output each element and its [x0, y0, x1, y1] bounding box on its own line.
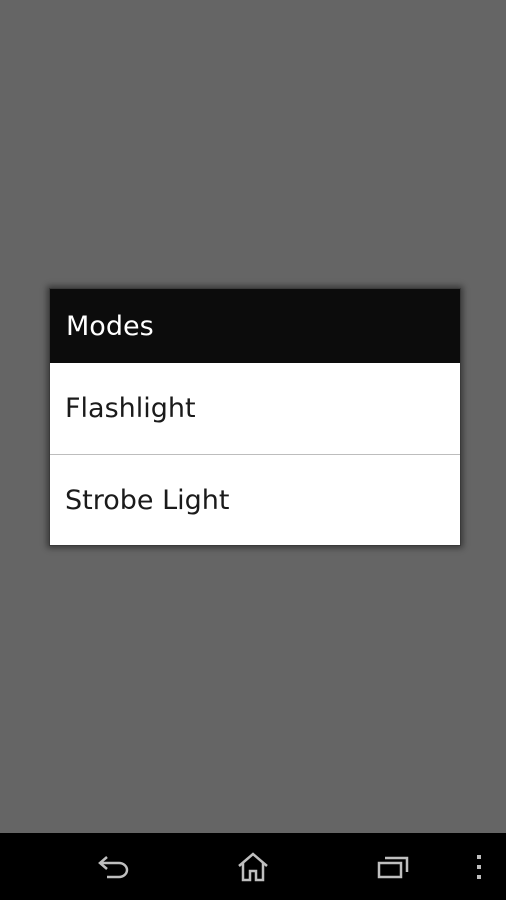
- mode-item-strobe-light[interactable]: Strobe Light: [50, 455, 460, 546]
- modes-dialog: Modes Flashlight Strobe Light: [49, 288, 461, 546]
- navigation-bar: [0, 833, 506, 900]
- recents-button[interactable]: [358, 833, 428, 900]
- screen: Modes Flashlight Strobe Light: [0, 0, 506, 900]
- mode-item-flashlight[interactable]: Flashlight: [50, 363, 460, 454]
- back-button[interactable]: [79, 833, 149, 900]
- home-button[interactable]: [218, 833, 288, 900]
- dialog-title: Modes: [50, 289, 460, 363]
- overflow-menu-icon: [477, 854, 481, 879]
- overflow-menu-button[interactable]: [444, 833, 506, 900]
- recents-icon: [377, 856, 409, 878]
- home-icon: [238, 851, 268, 881]
- back-icon: [98, 855, 129, 878]
